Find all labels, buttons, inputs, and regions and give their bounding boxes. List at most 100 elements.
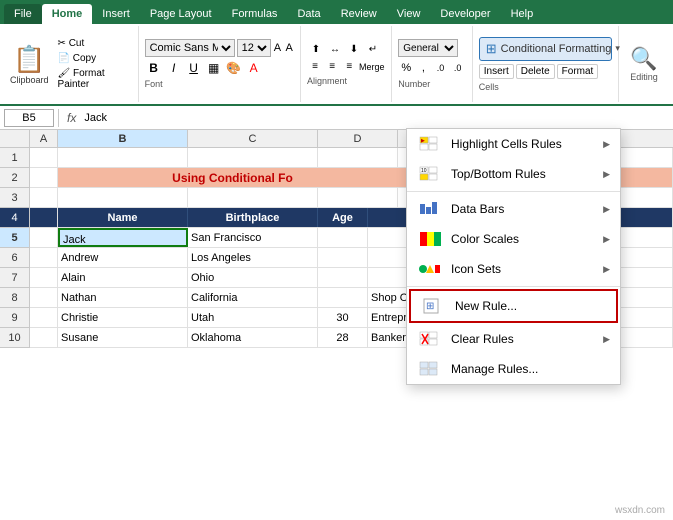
cell-d10[interactable]: 28 <box>318 328 368 347</box>
insert-cells-button[interactable]: Insert <box>479 64 514 79</box>
cell-a9[interactable] <box>30 308 58 327</box>
cell-d1[interactable] <box>318 148 398 167</box>
percent-button[interactable]: % <box>398 59 414 77</box>
font-size-select[interactable]: 12 <box>237 39 271 57</box>
cell-d8[interactable] <box>318 288 368 307</box>
tab-home[interactable]: Home <box>42 4 93 24</box>
cell-b10[interactable]: Susane <box>58 328 188 347</box>
cell-d6[interactable] <box>318 248 368 267</box>
delete-cells-button[interactable]: Delete <box>516 64 555 79</box>
align-center-button[interactable]: ≡ <box>324 59 340 74</box>
menu-item-label: Icon Sets <box>451 262 595 276</box>
row-num-header <box>0 130 30 147</box>
font-name-select[interactable]: Comic Sans M <box>145 39 235 57</box>
cell-a8[interactable] <box>30 288 58 307</box>
find-select-icon[interactable]: 🔍 <box>630 46 657 72</box>
increase-decimal-button[interactable]: .0 <box>433 59 449 77</box>
cell-a4[interactable] <box>30 208 58 227</box>
decrease-font-button[interactable]: A <box>284 39 294 57</box>
decrease-decimal-button[interactable]: .0 <box>450 59 466 77</box>
align-right-button[interactable]: ≡ <box>341 59 357 74</box>
cell-c8[interactable]: California <box>188 288 318 307</box>
cell-a2[interactable] <box>30 168 58 187</box>
cell-b8[interactable]: Nathan <box>58 288 188 307</box>
cell-c1[interactable] <box>188 148 318 167</box>
cell-b1[interactable] <box>58 148 188 167</box>
menu-item-colorscales[interactable]: Color Scales ▶ <box>407 224 620 254</box>
topbottom-icon: 10 <box>417 164 443 184</box>
cell-a5[interactable] <box>30 228 58 247</box>
menu-item-highlight[interactable]: ▶ Highlight Cells Rules ▶ <box>407 129 620 159</box>
cell-c5[interactable]: San Francisco <box>188 228 318 247</box>
tab-insert[interactable]: Insert <box>92 4 140 24</box>
menu-item-managerules[interactable]: Manage Rules... <box>407 354 620 384</box>
align-middle-button[interactable]: ↔ <box>326 42 344 57</box>
align-left-button[interactable]: ≡ <box>307 59 323 74</box>
tab-file[interactable]: File <box>4 4 42 24</box>
merge-center-button[interactable]: Merge <box>358 59 385 74</box>
align-bottom-button[interactable]: ⬇ <box>345 42 363 57</box>
alignment-group-label: Alignment <box>307 76 385 86</box>
cell-c10[interactable]: Oklahoma <box>188 328 318 347</box>
cell-a6[interactable] <box>30 248 58 267</box>
format-cells-button[interactable]: Format <box>557 64 599 79</box>
menu-item-newrule[interactable]: ⊞ New Rule... <box>409 289 618 323</box>
menu-item-databars[interactable]: Data Bars ▶ <box>407 194 620 224</box>
tab-pagelayout[interactable]: Page Layout <box>140 4 222 24</box>
cell-d5[interactable] <box>318 228 368 247</box>
cell-b5[interactable]: Jack <box>58 228 188 247</box>
cell-c4[interactable]: Birthplace <box>188 208 318 227</box>
cell-a3[interactable] <box>30 188 58 207</box>
cut-button[interactable]: ✂ Cut <box>55 37 130 50</box>
border-button[interactable]: ▦ <box>205 59 223 77</box>
tab-view[interactable]: View <box>387 4 431 24</box>
tab-help[interactable]: Help <box>501 4 544 24</box>
cell-reference-input[interactable] <box>4 109 54 127</box>
tab-developer[interactable]: Developer <box>430 4 500 24</box>
row-num-7: 7 <box>0 268 30 288</box>
col-header-b[interactable]: B <box>58 130 188 147</box>
format-painter-button[interactable]: 🖌 Format Painter <box>55 67 130 91</box>
conditional-formatting-button[interactable]: ⊞ Conditional Formatting ▾ <box>479 37 612 61</box>
cell-b7[interactable]: Alain <box>58 268 188 287</box>
bold-button[interactable]: B <box>145 59 163 77</box>
align-top-button[interactable]: ⬆ <box>307 42 325 57</box>
alignment-group: ⬆ ↔ ⬇ ↵ ≡ ≡ ≡ Merge Alignment <box>301 26 392 102</box>
tab-review[interactable]: Review <box>331 4 387 24</box>
cell-c9[interactable]: Utah <box>188 308 318 327</box>
menu-item-clearrules[interactable]: Clear Rules ▶ <box>407 324 620 354</box>
tab-data[interactable]: Data <box>287 4 330 24</box>
cell-b4[interactable]: Name <box>58 208 188 227</box>
cell-a10[interactable] <box>30 328 58 347</box>
fill-color-button[interactable]: 🎨 <box>225 59 243 77</box>
cell-d4[interactable]: Age <box>318 208 368 227</box>
menu-item-iconsets[interactable]: Icon Sets ▶ <box>407 254 620 284</box>
cell-c3[interactable] <box>188 188 318 207</box>
number-format-select[interactable]: General <box>398 39 458 57</box>
cell-b9[interactable]: Christie <box>58 308 188 327</box>
cell-b2[interactable]: Using Conditional Fo <box>58 168 408 187</box>
cell-d7[interactable] <box>318 268 368 287</box>
cell-b6[interactable]: Andrew <box>58 248 188 267</box>
watermark: wsxdn.com <box>615 505 665 516</box>
menu-divider-2 <box>407 286 620 287</box>
menu-item-topbottom[interactable]: 10 Top/Bottom Rules ▶ <box>407 159 620 189</box>
wrap-text-button[interactable]: ↵ <box>364 42 382 57</box>
paste-button[interactable]: 📋 Clipboard <box>8 28 51 100</box>
cell-b3[interactable] <box>58 188 188 207</box>
cell-a7[interactable] <box>30 268 58 287</box>
cell-c6[interactable]: Los Angeles <box>188 248 318 267</box>
comma-button[interactable]: , <box>415 59 431 77</box>
tab-formulas[interactable]: Formulas <box>222 4 288 24</box>
cell-d9[interactable]: 30 <box>318 308 368 327</box>
underline-button[interactable]: U <box>185 59 203 77</box>
ribbon-tabs-bar: File Home Insert Page Layout Formulas Da… <box>0 0 673 24</box>
font-color-button[interactable]: A <box>245 59 263 77</box>
formula-input[interactable] <box>84 112 669 124</box>
copy-button[interactable]: 📄 Copy <box>55 52 130 65</box>
increase-font-button[interactable]: A <box>273 39 283 57</box>
cell-d3[interactable] <box>318 188 398 207</box>
italic-button[interactable]: I <box>165 59 183 77</box>
cell-c7[interactable]: Ohio <box>188 268 318 287</box>
cell-a1[interactable] <box>30 148 58 167</box>
